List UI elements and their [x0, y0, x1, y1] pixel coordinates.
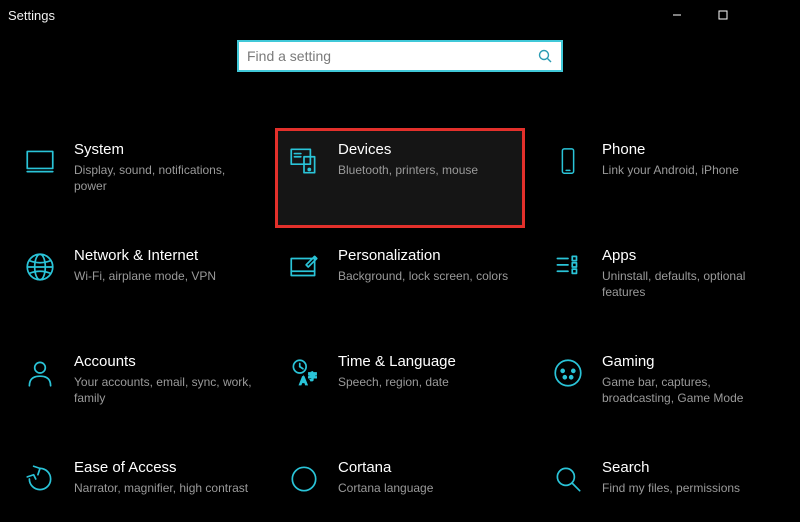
category-time-language[interactable]: A字 Time & Language Speech, region, date — [275, 340, 525, 440]
category-text: Personalization Background, lock screen,… — [338, 247, 508, 284]
category-text: Accounts Your accounts, email, sync, wor… — [74, 353, 252, 406]
category-title: Cortana — [338, 459, 433, 476]
time-icon: A字 — [284, 353, 324, 393]
globe-icon — [20, 247, 60, 287]
category-subtitle: Speech, region, date — [338, 374, 456, 390]
category-text: Ease of Access Narrator, magnifier, high… — [74, 459, 248, 496]
category-subtitle: Bluetooth, printers, mouse — [338, 162, 478, 178]
cortana-icon — [284, 459, 324, 499]
category-title: Search — [602, 459, 740, 476]
category-cortana[interactable]: Cortana Cortana language — [275, 446, 525, 522]
search-input[interactable] — [247, 48, 537, 64]
category-text: Gaming Game bar, captures, broadcasting,… — [602, 353, 780, 406]
category-personalization[interactable]: Personalization Background, lock screen,… — [275, 234, 525, 334]
category-title: Apps — [602, 247, 780, 264]
category-subtitle: Narrator, magnifier, high contrast — [74, 480, 248, 496]
accounts-icon — [20, 353, 60, 393]
category-phone[interactable]: Phone Link your Android, iPhone — [539, 128, 789, 228]
category-text: Time & Language Speech, region, date — [338, 353, 456, 390]
category-text: System Display, sound, notifications, po… — [74, 141, 252, 194]
category-title: Personalization — [338, 247, 508, 264]
category-subtitle: Find my files, permissions — [602, 480, 740, 496]
category-text: Devices Bluetooth, printers, mouse — [338, 141, 478, 178]
category-ease-of-access[interactable]: Ease of Access Narrator, magnifier, high… — [11, 446, 261, 522]
minimize-button[interactable] — [654, 0, 700, 30]
category-subtitle: Display, sound, notifications, power — [74, 162, 252, 194]
gaming-icon — [548, 353, 588, 393]
svg-text:字: 字 — [308, 371, 317, 381]
titlebar: Settings — [0, 0, 800, 30]
ease-icon — [20, 459, 60, 499]
category-text: Phone Link your Android, iPhone — [602, 141, 739, 178]
category-devices[interactable]: Devices Bluetooth, printers, mouse — [275, 128, 525, 228]
apps-icon — [548, 247, 588, 287]
category-title: Time & Language — [338, 353, 456, 370]
category-text: Network & Internet Wi-Fi, airplane mode,… — [74, 247, 216, 284]
display-icon — [20, 141, 60, 181]
settings-window: Settings System Display, sound, notifica… — [0, 0, 800, 522]
category-title: System — [74, 141, 252, 158]
category-title: Ease of Access — [74, 459, 248, 476]
window-controls — [654, 0, 792, 30]
category-subtitle: Link your Android, iPhone — [602, 162, 739, 178]
category-text: Search Find my files, permissions — [602, 459, 740, 496]
category-subtitle: Uninstall, defaults, optional features — [602, 268, 780, 300]
category-text: Cortana Cortana language — [338, 459, 433, 496]
category-title: Devices — [338, 141, 478, 158]
category-text: Apps Uninstall, defaults, optional featu… — [602, 247, 780, 300]
svg-text:A: A — [300, 376, 308, 388]
devices-icon — [284, 141, 324, 181]
category-gaming[interactable]: Gaming Game bar, captures, broadcasting,… — [539, 340, 789, 440]
personalize-icon — [284, 247, 324, 287]
category-subtitle: Cortana language — [338, 480, 433, 496]
search-box[interactable] — [237, 40, 563, 72]
search-icon — [537, 48, 553, 64]
maximize-button[interactable] — [700, 0, 746, 30]
category-subtitle: Wi-Fi, airplane mode, VPN — [74, 268, 216, 284]
category-search[interactable]: Search Find my files, permissions — [539, 446, 789, 522]
category-title: Accounts — [74, 353, 252, 370]
category-subtitle: Game bar, captures, broadcasting, Game M… — [602, 374, 780, 406]
search-icon — [548, 459, 588, 499]
category-subtitle: Background, lock screen, colors — [338, 268, 508, 284]
category-network-internet[interactable]: Network & Internet Wi-Fi, airplane mode,… — [11, 234, 261, 334]
category-title: Network & Internet — [74, 247, 216, 264]
category-system[interactable]: System Display, sound, notifications, po… — [11, 128, 261, 228]
category-apps[interactable]: Apps Uninstall, defaults, optional featu… — [539, 234, 789, 334]
categories-grid: System Display, sound, notifications, po… — [0, 78, 800, 522]
search-row — [0, 30, 800, 78]
category-title: Gaming — [602, 353, 780, 370]
category-title: Phone — [602, 141, 739, 158]
category-accounts[interactable]: Accounts Your accounts, email, sync, wor… — [11, 340, 261, 440]
window-title: Settings — [8, 8, 55, 23]
phone-icon — [548, 141, 588, 181]
category-subtitle: Your accounts, email, sync, work, family — [74, 374, 252, 406]
